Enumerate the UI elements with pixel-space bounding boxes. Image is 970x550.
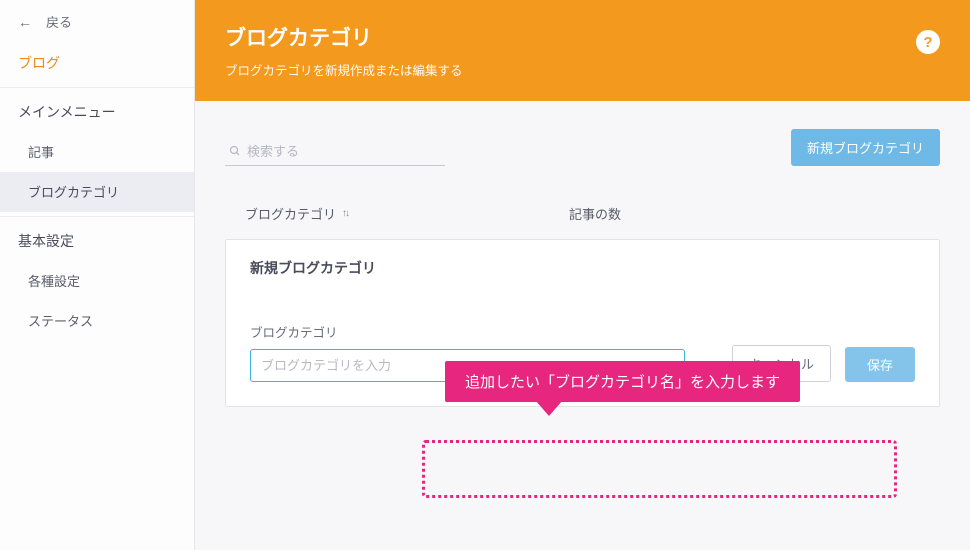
new-category-button[interactable]: 新規ブログカテゴリ (791, 129, 940, 166)
help-icon[interactable]: ? (916, 30, 940, 54)
col-header-name[interactable]: ブログカテゴリ ↑↓ (245, 204, 569, 223)
sidebar-item-blog-category[interactable]: ブログカテゴリ (0, 172, 194, 212)
table-header: ブログカテゴリ ↑↓ 記事の数 (225, 166, 940, 233)
annotation-highlight-box (422, 440, 897, 498)
sidebar-top-label[interactable]: ブログ (0, 39, 194, 83)
sidebar-section-basic: 基本設定 (0, 217, 194, 261)
search-icon (229, 145, 241, 160)
sort-icon: ↑↓ (342, 208, 348, 219)
sidebar-item-settings[interactable]: 各種設定 (0, 261, 194, 301)
main-area: ブログカテゴリ ブログカテゴリを新規作成または編集する ? 新規ブログカテゴリ … (195, 0, 970, 550)
sidebar: ← 戻る ブログ メインメニュー 記事 ブログカテゴリ 基本設定 各種設定 ステ… (0, 0, 195, 550)
back-label: 戻る (46, 12, 72, 31)
col-header-count[interactable]: 記事の数 (569, 204, 920, 223)
back-link[interactable]: ← 戻る (0, 0, 194, 39)
search-input[interactable] (225, 140, 445, 166)
page-header: ブログカテゴリ ブログカテゴリを新規作成または編集する ? (195, 0, 970, 101)
card-title: 新規ブログカテゴリ (250, 258, 915, 278)
new-category-card: 新規ブログカテゴリ ブログカテゴリ キャンセル 保存 (225, 239, 940, 407)
search-field-wrap (225, 140, 445, 166)
sidebar-section-mainmenu: メインメニュー (0, 88, 194, 132)
col-name-label: ブログカテゴリ (245, 204, 336, 223)
back-arrow-icon: ← (18, 14, 32, 30)
sidebar-item-articles[interactable]: 記事 (0, 132, 194, 172)
page-title: ブログカテゴリ (225, 22, 940, 52)
cancel-button[interactable]: キャンセル (732, 345, 831, 382)
sidebar-item-status[interactable]: ステータス (0, 301, 194, 341)
category-name-input[interactable] (250, 349, 685, 382)
content: 新規ブログカテゴリ ブログカテゴリ ↑↓ 記事の数 新規ブログカテゴリ ブログカ… (195, 101, 970, 435)
save-button[interactable]: 保存 (845, 347, 915, 382)
page-subtitle: ブログカテゴリを新規作成または編集する (225, 60, 940, 79)
field-label: ブログカテゴリ (250, 322, 915, 341)
